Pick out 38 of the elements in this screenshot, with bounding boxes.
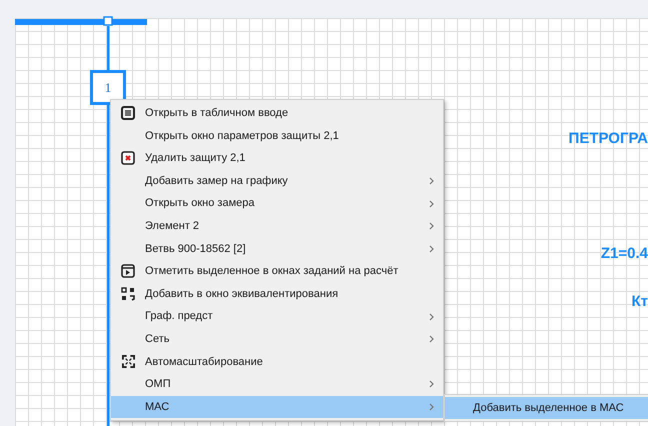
nodes-icon [121, 287, 135, 302]
menu-item[interactable]: Добавить замер на графику [111, 170, 443, 192]
diagram-label: ПЕТРОГРА [568, 129, 648, 149]
diagram-label: Z1=0.4 [600, 244, 648, 264]
menu-item-label: Удалить защиту 2,1 [145, 151, 246, 166]
menu-item-label: Добавить замер на графику [145, 174, 289, 189]
menu-item[interactable]: МАС [111, 396, 443, 418]
menu-item[interactable]: Сеть [111, 328, 443, 351]
menu-item[interactable]: Открыть в табличном вводе [111, 102, 443, 125]
menu-item[interactable]: Добавить выделенное в МАС [445, 397, 648, 419]
menu-item[interactable]: Открыть окно параметров защиты 2,1 [111, 124, 443, 148]
menu-item-label: Граф. предст [145, 309, 214, 324]
menu-item[interactable]: Автомасштабирование [111, 350, 443, 374]
menu-item[interactable]: ОМП [111, 373, 443, 396]
menu-item[interactable]: Отметить выделенное в окнах заданий на расчёт [111, 260, 443, 283]
menu-item[interactable]: Открыть окно замера [111, 192, 443, 215]
menu-item[interactable]: Добавить в окно эквивалентирования [111, 282, 443, 306]
menu-item-label: Отметить выделенное в окнах заданий на расчёт [145, 264, 400, 280]
menu-item-label: Открыть окно параметров защиты 2,1 [145, 128, 340, 144]
expand-icon [122, 355, 134, 368]
menu-item[interactable]: Удалить защиту 2,1 [111, 147, 443, 170]
menu-item-label: Открыть окно замера [145, 196, 256, 212]
menu-item[interactable]: Ветвь 900-18562 [2] [111, 238, 443, 260]
menu-item-label: Сеть [145, 332, 170, 347]
play-window-icon [121, 264, 135, 278]
menu-item-label: Добавить в окно эквивалентирования [145, 286, 340, 302]
menu-item-label: ОМП [145, 377, 172, 392]
node-box: 1 [90, 70, 126, 105]
menu-item[interactable]: Элемент 2 [111, 214, 443, 238]
menu-item-label: Ветвь 900-18562 [2] [145, 242, 247, 257]
delete-icon [121, 151, 135, 166]
diagram-label: Кт [631, 292, 648, 312]
menu-item-label: МАС [145, 400, 170, 415]
menu-item[interactable]: Граф. предст [111, 305, 443, 328]
menu-item-label: Автомасштабирование [145, 354, 264, 370]
menu-item-label: Элемент 2 [145, 219, 200, 234]
list-icon [121, 106, 135, 120]
menu-item-label: Открыть в табличном вводе [145, 106, 290, 122]
